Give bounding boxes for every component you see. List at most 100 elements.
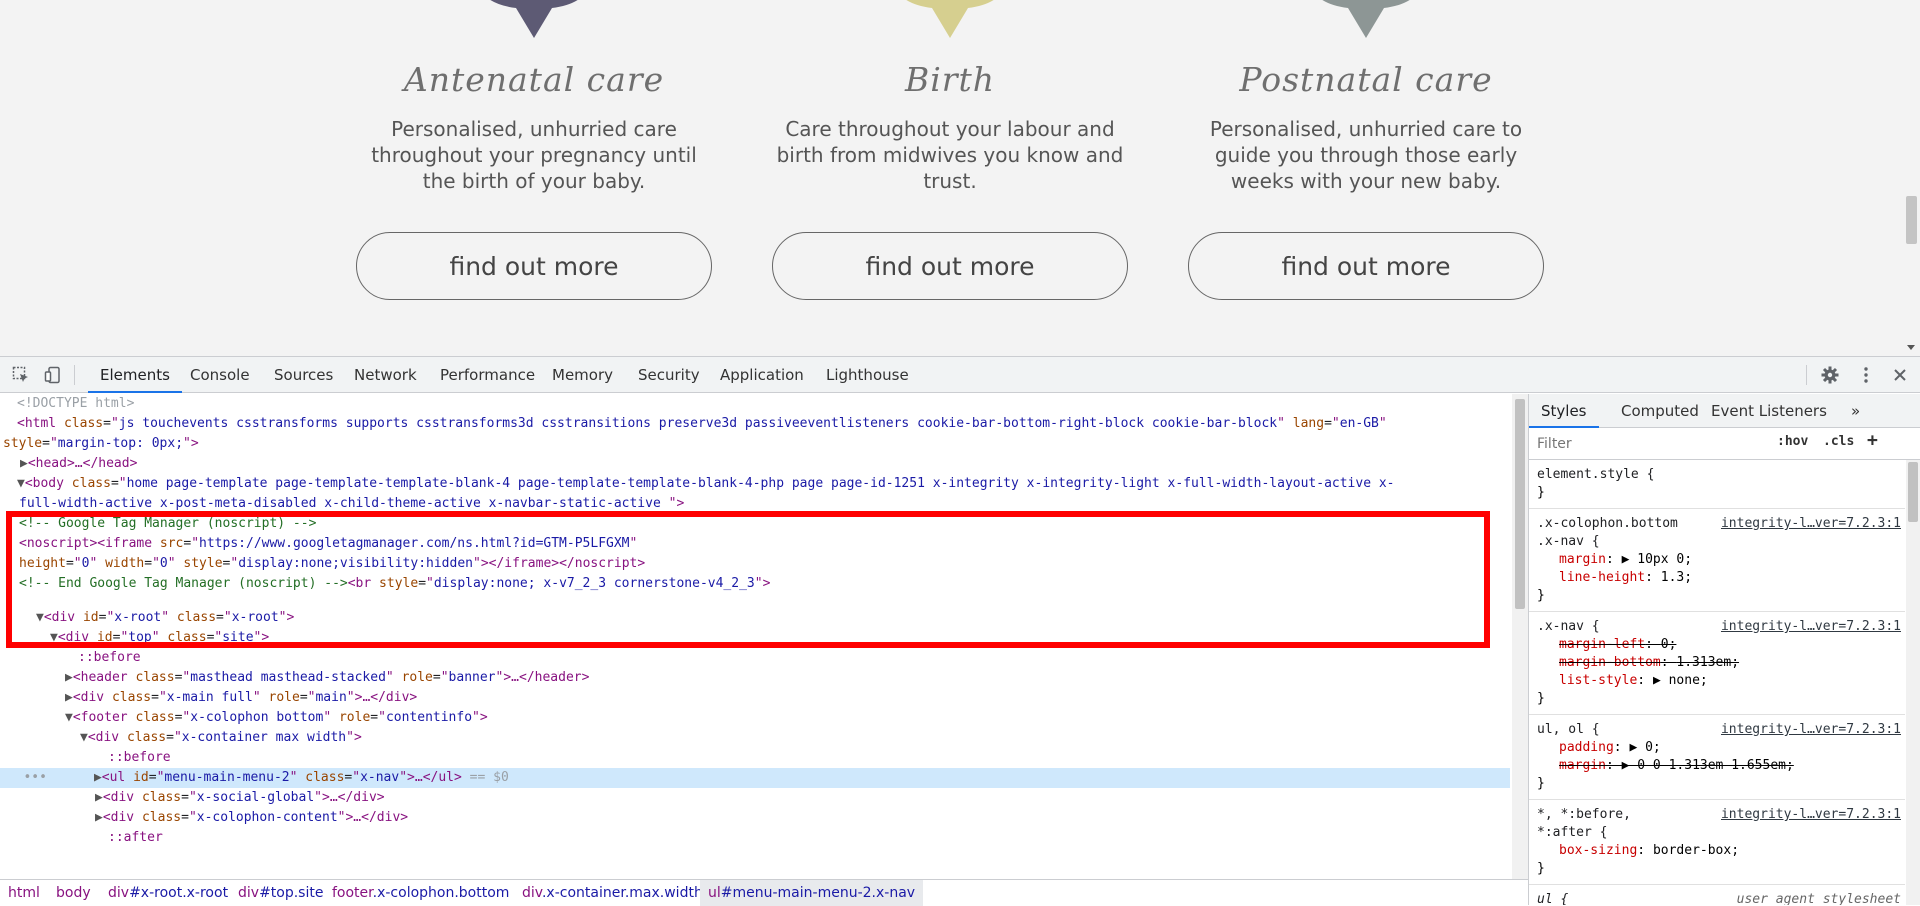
column-title: Antenatal care bbox=[403, 60, 665, 99]
column-text: Personalised, unhurried care to guide yo… bbox=[1209, 117, 1523, 193]
close-icon[interactable] bbox=[1890, 365, 1910, 385]
scrollbar-thumb[interactable] bbox=[1908, 462, 1918, 522]
css-property[interactable]: margin-left: 0; bbox=[1537, 636, 1897, 654]
dom-colophon-content[interactable]: ▶<div class="x-colophon-content">…</div> bbox=[95, 808, 408, 828]
tab-lighthouse[interactable]: Lighthouse bbox=[814, 357, 921, 393]
dom-pseudo-after[interactable]: ::after bbox=[108, 828, 163, 848]
gear-icon[interactable] bbox=[1820, 365, 1840, 385]
dom-html-open[interactable]: <html class="js touchevents csstransform… bbox=[17, 414, 1387, 434]
dom-social[interactable]: ▶<div class="x-social-global">…</div> bbox=[95, 788, 385, 808]
toolbar-divider bbox=[74, 365, 75, 385]
breadcrumb-x-root[interactable]: div#x-root.x-root bbox=[100, 880, 236, 906]
location-pin-icon bbox=[1322, 0, 1410, 38]
rule-close: } bbox=[1537, 588, 1545, 603]
css-property[interactable]: list-style: ▶ none; bbox=[1537, 672, 1897, 690]
css-property[interactable]: padding: ▶ 0; bbox=[1537, 739, 1897, 757]
tab-computed[interactable]: Computed bbox=[1609, 394, 1711, 428]
website-viewport: Antenatal care Personalised, unhurried c… bbox=[0, 0, 1920, 356]
column-title: Postnatal care bbox=[1239, 60, 1493, 99]
css-property[interactable]: box-sizing: border-box; bbox=[1537, 842, 1897, 860]
dom-container[interactable]: ▼<div class="x-container max width"> bbox=[80, 728, 362, 748]
style-rule[interactable]: .x-colophon.bottom .x-nav {integrity-l…v… bbox=[1529, 509, 1905, 612]
dom-iframe-attrs[interactable]: height="0" width="0" style="display:none… bbox=[19, 554, 645, 574]
tab-console[interactable]: Console bbox=[178, 357, 262, 393]
rule-source-link[interactable]: integrity-l…ver=7.2.3:1 bbox=[1721, 515, 1901, 533]
tab-memory[interactable]: Memory bbox=[540, 357, 625, 393]
breadcrumb-ul[interactable]: ul#menu-main-menu-2.x-nav bbox=[700, 880, 924, 906]
dom-comment-gtm[interactable]: <!-- Google Tag Manager (noscript) --> bbox=[19, 514, 316, 534]
rule-source-link[interactable]: integrity-l…ver=7.2.3:1 bbox=[1721, 806, 1901, 824]
styles-filter-row: :hov .cls + bbox=[1529, 428, 1920, 460]
find-out-more-button[interactable]: find out more bbox=[356, 232, 712, 300]
tab-network[interactable]: Network bbox=[342, 357, 429, 393]
dom-ul-selected[interactable]: ••• ▶<ul id="menu-main-menu-2" class="x-… bbox=[0, 768, 1510, 788]
tab-performance[interactable]: Performance bbox=[428, 357, 547, 393]
rule-source-link[interactable]: integrity-l…ver=7.2.3:1 bbox=[1721, 618, 1901, 636]
scroll-down-arrow-icon[interactable] bbox=[1907, 345, 1915, 350]
styles-tabbar: Styles Computed Event Listeners » bbox=[1529, 394, 1920, 428]
elements-dom-tree[interactable]: <!DOCTYPE html> <html class="js toucheve… bbox=[0, 394, 1528, 879]
column-text: Care throughout your labour and birth fr… bbox=[776, 117, 1124, 193]
breadcrumb-footer[interactable]: footer.x-colophon.bottom bbox=[324, 880, 517, 906]
toolbar-divider bbox=[1806, 365, 1807, 385]
scrollbar-thumb[interactable] bbox=[1906, 196, 1917, 244]
tab-sources[interactable]: Sources bbox=[262, 357, 345, 393]
style-rule[interactable]: *, *:before, *:after {integrity-l…ver=7.… bbox=[1529, 800, 1905, 885]
find-out-more-button[interactable]: find out more bbox=[1188, 232, 1544, 300]
dom-pseudo-before[interactable]: ::before bbox=[78, 648, 141, 668]
device-toolbar-icon[interactable] bbox=[43, 365, 63, 385]
dom-html-style[interactable]: style="margin-top: 0px;"> bbox=[3, 434, 199, 454]
column-title: Birth bbox=[904, 60, 996, 99]
dom-comment-end[interactable]: <!-- End Google Tag Manager (noscript) -… bbox=[19, 574, 770, 594]
dom-body-open[interactable]: ▼<body class="home page-template page-te… bbox=[17, 474, 1395, 494]
class-toggle[interactable]: .cls bbox=[1823, 434, 1854, 449]
dom-main[interactable]: ▶<div class="x-main full" role="main">…<… bbox=[65, 688, 417, 708]
devtools-tabbar: Elements Console Sources Network Perform… bbox=[0, 357, 1920, 393]
css-property[interactable]: margin: ▶ 10px 0; bbox=[1537, 551, 1897, 569]
css-property[interactable]: margin-bottom: 1.313em; bbox=[1537, 654, 1897, 672]
rule-source-link[interactable]: integrity-l…ver=7.2.3:1 bbox=[1721, 721, 1901, 739]
rule-selector: element.style { bbox=[1537, 467, 1655, 482]
tab-styles[interactable]: Styles bbox=[1529, 394, 1599, 428]
dom-pseudo-before[interactable]: ::before bbox=[108, 748, 171, 768]
css-property[interactable]: line-height: 1.3; bbox=[1537, 569, 1897, 587]
dom-div-top[interactable]: ▼<div id="top" class="site"> bbox=[50, 628, 269, 648]
rule-user-agent[interactable]: ul { user agent stylesheet bbox=[1529, 885, 1905, 905]
dom-head[interactable]: ▶<head>…</head> bbox=[20, 454, 137, 474]
inspect-element-icon[interactable] bbox=[11, 365, 31, 385]
breadcrumb-container[interactable]: div.x-container.max.width bbox=[514, 880, 711, 906]
more-tabs-icon[interactable]: » bbox=[1839, 394, 1872, 428]
page-scrollbar[interactable] bbox=[1903, 0, 1920, 356]
breadcrumb-body[interactable]: body bbox=[48, 880, 99, 906]
scrollbar-thumb[interactable] bbox=[1515, 399, 1525, 609]
tab-elements[interactable]: Elements bbox=[88, 357, 182, 393]
column-text: Personalised, unhurried care throughout … bbox=[371, 117, 697, 193]
tab-security[interactable]: Security bbox=[626, 357, 712, 393]
add-rule-icon[interactable]: + bbox=[1867, 430, 1878, 451]
dom-header[interactable]: ▶<header class="masthead masthead-stacke… bbox=[65, 668, 589, 688]
styles-filter-input[interactable] bbox=[1535, 433, 1765, 455]
dom-body-class-cont[interactable]: full-width-active x-post-meta-disabled x… bbox=[19, 494, 684, 514]
dom-doctype[interactable]: <!DOCTYPE html> bbox=[17, 394, 134, 414]
styles-scrollbar[interactable] bbox=[1906, 460, 1920, 905]
style-rule[interactable]: ul, ol {integrity-l…ver=7.2.3:1 padding: … bbox=[1529, 715, 1905, 800]
more-options-icon[interactable] bbox=[1856, 365, 1876, 385]
css-property[interactable]: margin: ▶ 0 0 1.313em 1.655em; bbox=[1537, 757, 1897, 775]
elements-scrollbar[interactable] bbox=[1512, 394, 1528, 879]
rule-source: user agent stylesheet bbox=[1736, 892, 1901, 905]
tab-application[interactable]: Application bbox=[708, 357, 816, 393]
dom-noscript[interactable]: <noscript><iframe src="https://www.googl… bbox=[19, 534, 637, 554]
location-pin-icon bbox=[906, 0, 994, 38]
rule-close: } bbox=[1537, 861, 1545, 876]
breadcrumb-top[interactable]: div#top.site bbox=[230, 880, 331, 906]
find-out-more-button[interactable]: find out more bbox=[772, 232, 1128, 300]
rule-element-style[interactable]: element.style { } bbox=[1529, 460, 1905, 509]
breadcrumb-html[interactable]: html bbox=[0, 880, 48, 906]
dom-footer[interactable]: ▼<footer class="x-colophon bottom" role=… bbox=[65, 708, 488, 728]
style-rule[interactable]: .x-nav {integrity-l…ver=7.2.3:1 margin-le… bbox=[1529, 612, 1905, 715]
tab-event-listeners[interactable]: Event Listeners bbox=[1699, 394, 1839, 428]
style-rules: element.style { } .x-colophon.bottom .x-… bbox=[1529, 460, 1907, 905]
rule-close: } bbox=[1537, 691, 1545, 706]
hover-state-toggle[interactable]: :hov bbox=[1777, 434, 1808, 449]
dom-div-x-root[interactable]: ▼<div id="x-root" class="x-root"> bbox=[36, 608, 294, 628]
